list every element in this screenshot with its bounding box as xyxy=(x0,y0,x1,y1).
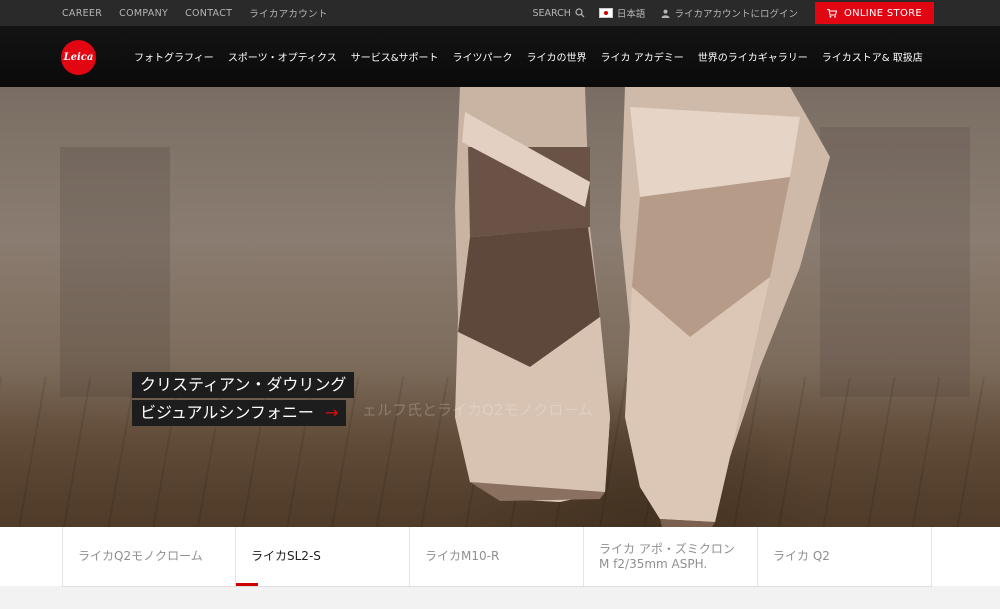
utility-links: CAREER COMPANY CONTACT ライカアカウント xyxy=(62,0,328,26)
nav-item-world-of-leica[interactable]: ライカの世界 xyxy=(527,49,587,64)
product-tabs: ライカQ2モノクローム ライカSL2-S ライカM10-R ライカ アポ・ズミク… xyxy=(0,527,1000,587)
search-button[interactable]: SEARCH xyxy=(532,7,585,19)
online-store-label: ONLINE STORE xyxy=(843,7,922,19)
cart-icon xyxy=(826,8,837,18)
hero-banner[interactable]: ェルフ氏とライカQ2モノクローム クリスティアン・ダウリング ビジュアルシンフォ… xyxy=(0,87,1000,527)
main-menu: フォトグラフィー スポーツ・オプティクス サービス&サポート ライツパーク ライ… xyxy=(134,26,923,87)
ballet-shoes-image xyxy=(60,87,970,527)
arrow-right-icon: → xyxy=(325,403,339,422)
career-link[interactable]: CAREER xyxy=(62,8,102,19)
tab-m10-r[interactable]: ライカM10-R xyxy=(410,527,584,586)
tab-q2-monochrom[interactable]: ライカQ2モノクローム xyxy=(62,527,236,586)
nav-item-stores-dealers[interactable]: ライカストア& 取扱店 xyxy=(822,49,923,64)
nav-item-sport-optics[interactable]: スポーツ・オプティクス xyxy=(228,49,337,64)
tab-sl2-s[interactable]: ライカSL2-S xyxy=(236,527,410,586)
hero-caption-line2-text: ビジュアルシンフォニー xyxy=(140,403,314,422)
tab-label: ライカM10-R xyxy=(425,549,500,563)
search-label: SEARCH xyxy=(532,7,571,19)
leica-logo[interactable]: Leica xyxy=(61,40,96,75)
utility-bar: CAREER COMPANY CONTACT ライカアカウント SEARCH 日… xyxy=(0,0,1000,26)
nav-item-leitz-park[interactable]: ライツパーク xyxy=(453,49,513,64)
language-label: 日本語 xyxy=(616,9,646,20)
language-selector[interactable]: 日本語 xyxy=(598,6,646,20)
main-navigation: Leica フォトグラフィー スポーツ・オプティクス サービス&サポート ライツ… xyxy=(0,26,1000,87)
utility-right: SEARCH 日本語 ライカアカウントにログイン ONLINE STORE xyxy=(532,0,934,26)
search-icon xyxy=(575,8,585,18)
leica-account-link[interactable]: ライカアカウント xyxy=(249,6,327,20)
nav-item-photography[interactable]: フォトグラフィー xyxy=(134,49,214,64)
hero-caption-line1[interactable]: クリスティアン・ダウリング xyxy=(132,372,355,398)
tab-label: ライカQ2モノクローム xyxy=(78,549,203,563)
hero-caption-line2[interactable]: ビジュアルシンフォニー → xyxy=(132,400,347,426)
hero-ghost-caption: ェルフ氏とライカQ2モノクローム xyxy=(362,401,593,419)
tab-label: ライカSL2-S xyxy=(251,549,321,563)
account-label: ライカアカウントにログイン xyxy=(674,9,798,20)
account-login-link[interactable]: ライカアカウントにログイン xyxy=(661,6,798,20)
user-icon xyxy=(661,9,670,18)
tab-q2[interactable]: ライカ Q2 xyxy=(758,527,932,586)
company-link[interactable]: COMPANY xyxy=(119,8,168,19)
contact-link[interactable]: CONTACT xyxy=(185,8,232,19)
nav-item-leica-galleries[interactable]: 世界のライカギャラリー xyxy=(698,49,808,64)
logo-text: Leica xyxy=(63,52,94,63)
hero-caption[interactable]: クリスティアン・ダウリング ビジュアルシンフォニー → xyxy=(132,372,355,428)
online-store-button[interactable]: ONLINE STORE xyxy=(814,2,934,24)
japan-flag-icon xyxy=(598,8,613,18)
nav-item-leica-academy[interactable]: ライカ アカデミー xyxy=(601,49,684,64)
tab-label: ライカ Q2 xyxy=(773,549,830,563)
nav-item-service-support[interactable]: サービス&サポート xyxy=(351,49,439,64)
tab-apo-summicron[interactable]: ライカ アポ・ズミクロンM f2/35mm ASPH. xyxy=(584,527,758,586)
tab-label: ライカ アポ・ズミクロンM f2/35mm ASPH. xyxy=(599,541,735,571)
